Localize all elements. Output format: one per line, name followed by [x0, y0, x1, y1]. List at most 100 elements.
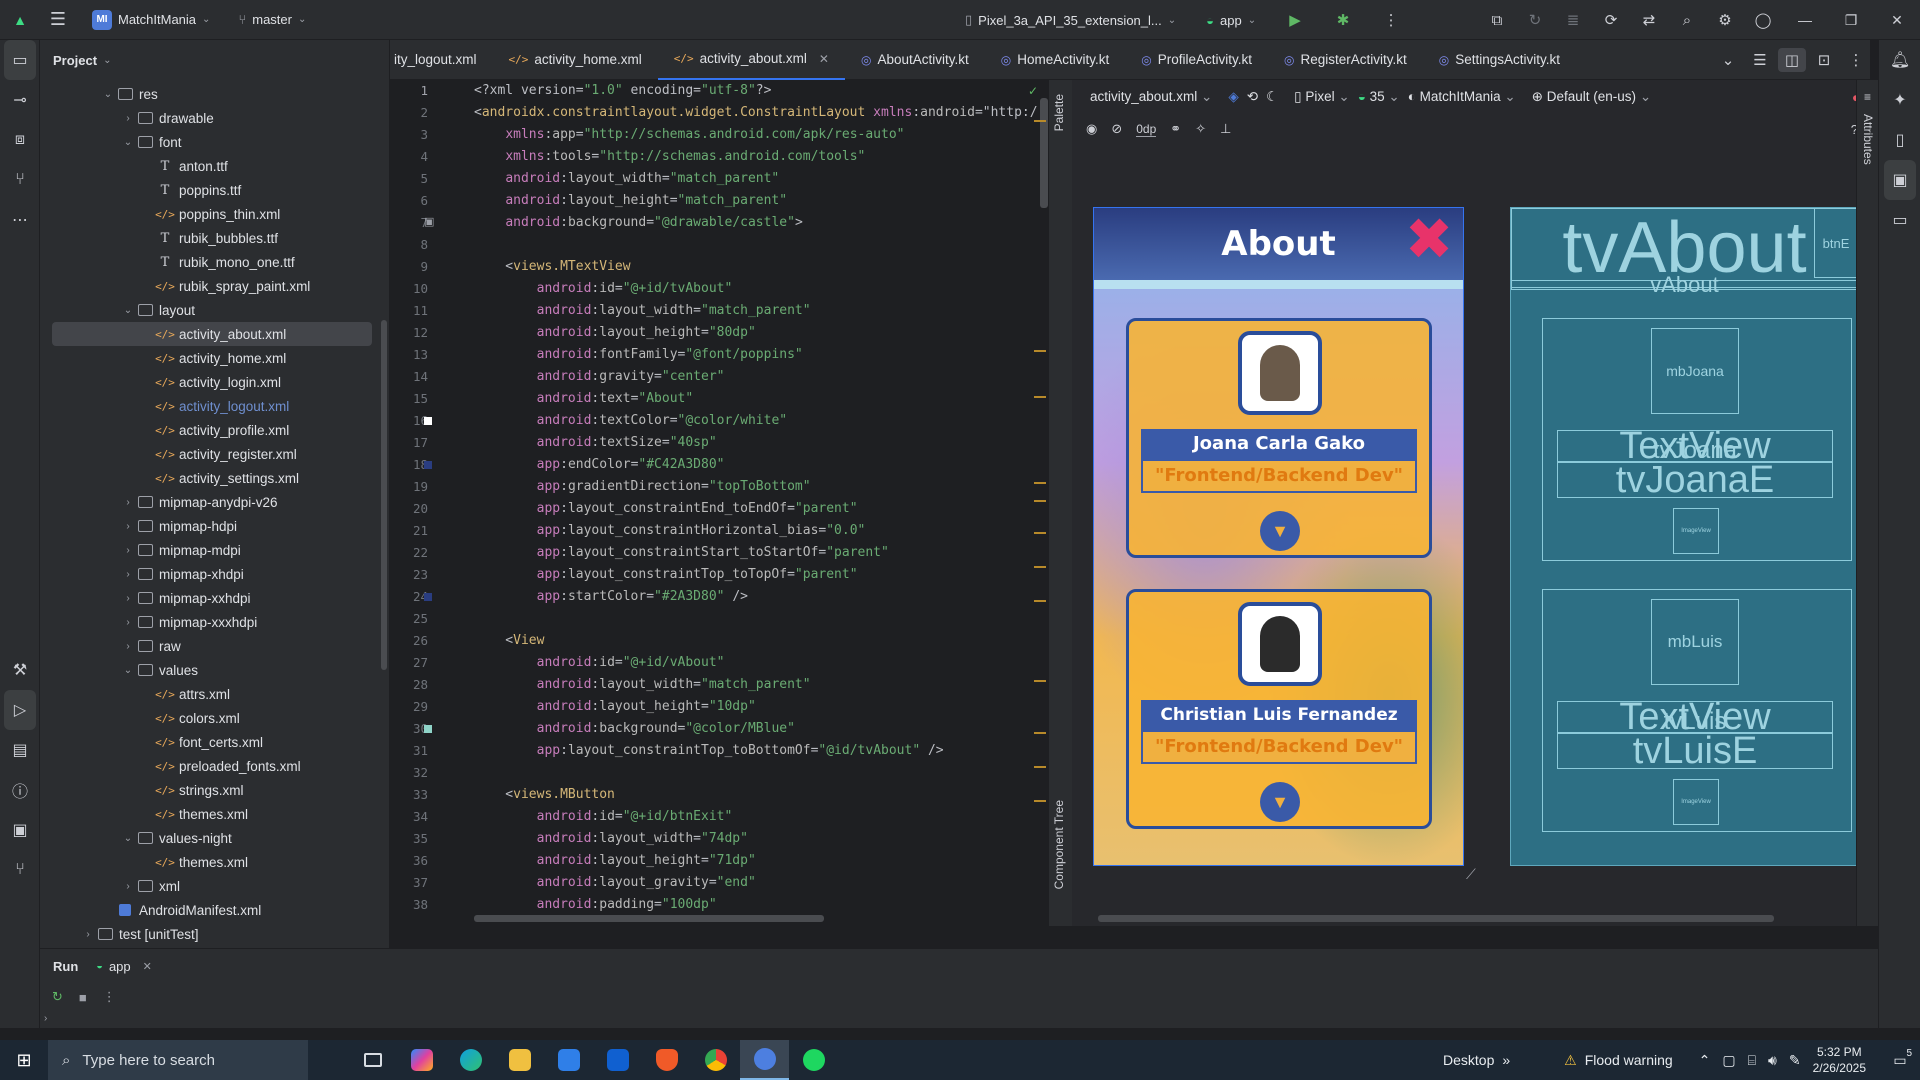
code-line[interactable]: android:layout_height="80dp"	[474, 322, 1044, 344]
tree-file[interactable]: </> colors.xml	[40, 706, 380, 730]
profiler-icon[interactable]: ≣	[1554, 0, 1592, 40]
editor-tab[interactable]: ◎ RegisterActivity.kt	[1268, 40, 1423, 80]
tree-file[interactable]: </> activity_profile.xml	[40, 418, 380, 442]
settings-gear-icon[interactable]: ⚙	[1706, 0, 1744, 40]
blueprint-tvJoanaE[interactable]: tvJoanaE	[1557, 459, 1833, 501]
chevron-down-icon[interactable]: ⌄	[120, 305, 136, 316]
chevron-down-icon[interactable]: ⌄	[120, 137, 136, 148]
chevron-right-icon[interactable]: ›	[120, 113, 136, 124]
code-line[interactable]: android:gravity="center"	[474, 366, 1044, 388]
tree-folder[interactable]: ⌄ values	[40, 658, 380, 682]
editor-tab[interactable]: ◎ SettingsActivity.kt	[1423, 40, 1576, 80]
editor-more-icon[interactable]: ⋮	[1842, 40, 1870, 80]
close-tab-icon[interactable]: ✕	[143, 960, 152, 973]
image-preview-icon[interactable]: ▣	[424, 215, 434, 228]
tree-file[interactable]: </> activity_register.xml	[40, 442, 380, 466]
code-line[interactable]	[474, 762, 1044, 784]
git-icon[interactable]: ⑂	[0, 850, 40, 890]
locale-dropdown[interactable]: ⊕ Default (en-us)	[1532, 89, 1651, 105]
structure-tool-icon[interactable]: ⧈	[0, 120, 40, 160]
blueprint-imageview[interactable]: ImageView	[1673, 508, 1719, 554]
code-line[interactable]: android:id="@+id/tvAbout"	[474, 278, 1044, 300]
gemini-icon[interactable]: ✦	[1879, 80, 1920, 120]
code-line[interactable]: android:layout_height="10dp"	[474, 696, 1044, 718]
attributes-tab[interactable]: Attributes	[1861, 114, 1875, 165]
outlook-icon[interactable]	[593, 1040, 642, 1080]
color-swatch-icon[interactable]	[424, 417, 432, 425]
run-icon[interactable]: ▶	[1276, 0, 1314, 40]
tree-folder[interactable]: ⌄ font	[40, 130, 380, 154]
windows-start-icon[interactable]: ⊞	[0, 1040, 48, 1080]
stop-icon[interactable]: ■	[79, 990, 87, 1005]
code-line[interactable]: app:layout_constraintStart_toStartOf="pa…	[474, 542, 1044, 564]
run-panel-title[interactable]: Run	[53, 959, 78, 974]
tree-folder[interactable]: ⌄ values-night	[40, 826, 380, 850]
tree-file[interactable]: Trubik_bubbles.ttf	[40, 226, 380, 250]
chevron-down-icon[interactable]: ⌄	[100, 89, 116, 100]
running-devices-icon[interactable]: ▣	[1884, 160, 1916, 200]
blueprint-tvLuisE[interactable]: tvLuisE	[1557, 730, 1833, 772]
tree-file[interactable]: </> activity_home.xml	[40, 346, 380, 370]
api-dropdown[interactable]: ◒ 35	[1358, 89, 1400, 105]
code-line[interactable]: android:text="About"	[474, 388, 1044, 410]
notification-center[interactable]: ▭ 5	[1880, 1048, 1920, 1069]
code-line[interactable]: app:endColor="#C42A3D80"	[474, 454, 1044, 476]
code-line[interactable]: android:layout_height="71dp"	[474, 850, 1044, 872]
tree-file[interactable]: Trubik_mono_one.ttf	[40, 250, 380, 274]
chevron-right-icon[interactable]: ›	[120, 641, 136, 652]
code-line[interactable]: app:startColor="#2A3D80" />	[474, 586, 1044, 608]
blueprint-imageview[interactable]: ImageView	[1673, 779, 1719, 825]
code-line[interactable]: android:id="@+id/btnExit"	[474, 806, 1044, 828]
more-actions-icon[interactable]: ⋮	[1372, 0, 1410, 40]
layout-file-dropdown[interactable]: activity_about.xml	[1090, 89, 1212, 105]
design-horizontal-scrollbar[interactable]	[1098, 915, 1774, 922]
chevron-right-icon[interactable]: ›	[120, 497, 136, 508]
close-window-icon[interactable]: ✕	[1874, 0, 1920, 40]
design-preview[interactable]: About ✖ Joana Carla Gako "Frontend/Backe…	[1093, 207, 1464, 866]
volume-icon[interactable]: 🔊︎	[1768, 1052, 1777, 1069]
chevron-right-icon[interactable]: ›	[120, 593, 136, 604]
editor-vertical-scrollbar[interactable]	[1040, 98, 1048, 208]
code-line[interactable]	[474, 608, 1044, 630]
close-tab-icon[interactable]: ✕	[819, 52, 829, 66]
tree-folder[interactable]: › drawable	[40, 106, 380, 130]
problems-icon[interactable]: ⓘ	[0, 770, 40, 810]
tree-file[interactable]: </> activity_logout.xml	[40, 394, 380, 418]
code-line[interactable]: android:layout_width="match_parent"	[474, 300, 1044, 322]
chevron-right-icon[interactable]: ›	[120, 881, 136, 892]
tree-folder[interactable]: › mipmap-xhdpi	[40, 562, 380, 586]
device-manager-side-icon[interactable]: ▯	[1879, 120, 1920, 160]
sync-gradle-icon[interactable]: ⟳	[1592, 0, 1630, 40]
editor-tab[interactable]: </> activity_home.xml	[493, 40, 658, 80]
guidelines-icon[interactable]: ⊥	[1220, 121, 1231, 137]
code-line[interactable]	[474, 234, 1044, 256]
taskbar-search[interactable]: ⌕ Type here to search	[48, 1040, 308, 1080]
code-editor[interactable]: 1 2 3 4 5 6 7 8 9 10 11 12 13 14 15 16 17 18 19 20 21 22 23 24 2…	[390, 80, 1048, 926]
run-tool-icon[interactable]: ▷	[4, 690, 36, 730]
search-icon[interactable]: ⌕	[1668, 0, 1706, 40]
project-tool-icon[interactable]: ▭	[4, 40, 36, 80]
color-swatch-icon[interactable]	[424, 461, 432, 469]
tray-overflow-icon[interactable]: ⌃	[1699, 1052, 1711, 1069]
edge-icon[interactable]	[446, 1040, 495, 1080]
theme-dropdown[interactable]: ◐ MatchItMania	[1408, 89, 1516, 105]
debug-icon[interactable]: ✱	[1324, 0, 1362, 40]
code-line[interactable]: app:layout_constraintTop_toTopOf="parent…	[474, 564, 1044, 586]
design-view-icon[interactable]: ⊡	[1810, 40, 1838, 80]
vcs-branch-switcher[interactable]: ⑂ master ⌄	[228, 12, 316, 27]
spotify-icon[interactable]	[789, 1040, 838, 1080]
android-studio-taskbar-icon[interactable]	[740, 1040, 789, 1080]
run-more-icon[interactable]: ⋮	[103, 989, 116, 1005]
tree-folder[interactable]: › test [unitTest]	[40, 922, 380, 946]
infer-constraints-icon[interactable]: ✧	[1195, 121, 1206, 137]
tree-file[interactable]: AndroidManifest.xml	[40, 898, 380, 922]
code-line[interactable]: android:layout_gravity="end"	[474, 872, 1044, 894]
terminal-icon[interactable]: ▣	[0, 810, 40, 850]
tree-folder[interactable]: ⌄ layout	[40, 298, 380, 322]
orientation-icon[interactable]: ⟲	[1247, 89, 1258, 105]
minimize-window-icon[interactable]: —	[1782, 0, 1828, 40]
code-line[interactable]: <views.MTextView	[474, 256, 1044, 278]
tree-folder[interactable]: › mipmap-xxxhdpi	[40, 610, 380, 634]
chevron-icon[interactable]: »	[1502, 1052, 1510, 1068]
clock[interactable]: 5:32 PM 2/26/2025	[1813, 1044, 1866, 1076]
